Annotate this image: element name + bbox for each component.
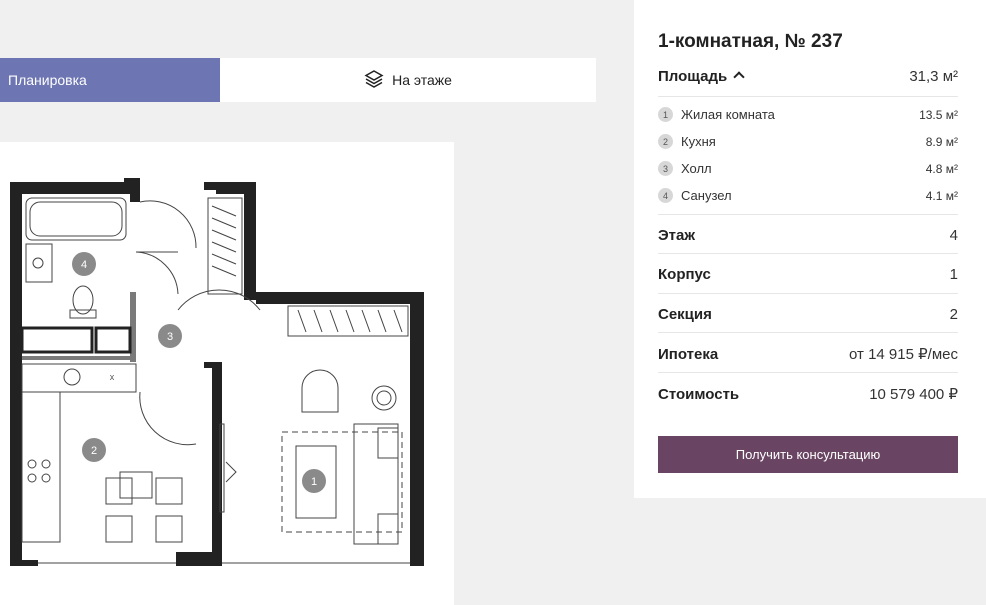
- price-label: Стоимость: [658, 385, 740, 403]
- layers-icon: [364, 69, 384, 92]
- floor-row: Этаж 4: [658, 227, 958, 244]
- room-marker-4: 4: [81, 259, 87, 271]
- section-label: Секция: [658, 306, 712, 323]
- divider: [658, 372, 958, 373]
- section-value: 2: [949, 306, 958, 323]
- room-row: 4 Санузел 4.1 м²: [658, 188, 958, 203]
- room-number: 1: [658, 107, 673, 122]
- room-row: 3 Холл 4.8 м²: [658, 161, 958, 176]
- room-marker-2: 2: [91, 445, 97, 457]
- apartment-card: 1-комнатная, № 237 Площадь 31,3 м² 1 Жила…: [634, 0, 986, 498]
- divider: [658, 96, 958, 97]
- room-number: 3: [658, 161, 673, 176]
- room-area: 13.5 м²: [919, 107, 958, 122]
- divider: [658, 253, 958, 254]
- room-marker-3: 3: [167, 331, 173, 343]
- chevron-up-icon: [733, 71, 745, 83]
- room-area: 8.9 м²: [925, 134, 958, 149]
- tab-on-floor[interactable]: На этаже: [220, 58, 596, 102]
- room-area: 4.8 м²: [925, 161, 958, 176]
- room-area: 4.1 м²: [925, 188, 958, 203]
- mortgage-row: Ипотека от 14 915 ₽/мес: [658, 345, 958, 364]
- room-marker-1: 1: [311, 476, 317, 488]
- get-consultation-button[interactable]: Получить консультацию: [658, 436, 958, 473]
- room-number: 2: [658, 134, 673, 149]
- floor-label: Этаж: [658, 227, 695, 244]
- floor-plan-drawing: 1 2 3 4 x: [10, 178, 424, 566]
- room-row: 1 Жилая комната 13.5 м²: [658, 107, 958, 122]
- building-value: 1: [949, 266, 958, 283]
- area-value: 31,3 м²: [909, 68, 958, 85]
- tab-on-floor-label: На этаже: [392, 72, 452, 88]
- plan-tabs: Планировка На этаже: [0, 58, 596, 102]
- mortgage-label: Ипотека: [658, 345, 719, 363]
- floor-value: 4: [949, 227, 958, 244]
- tab-plan[interactable]: Планировка: [0, 58, 220, 102]
- divider: [658, 332, 958, 333]
- plan-x-mark: x: [110, 372, 115, 382]
- mortgage-value: от 14 915 ₽/мес: [849, 346, 958, 363]
- building-row: Корпус 1: [658, 266, 958, 283]
- room-name: Холл: [681, 161, 712, 176]
- divider: [658, 214, 958, 215]
- price-row: Стоимость 10 579 400 ₽: [658, 385, 958, 404]
- building-label: Корпус: [658, 266, 711, 283]
- section-row: Секция 2: [658, 306, 958, 323]
- room-row: 2 Кухня 8.9 м²: [658, 134, 958, 149]
- room-name: Жилая комната: [681, 107, 775, 122]
- floor-plan: 1 2 3 4 x: [0, 142, 454, 605]
- price-value: 10 579 400 ₽: [869, 386, 958, 403]
- room-name: Санузел: [681, 188, 732, 203]
- tab-plan-label: Планировка: [8, 72, 87, 88]
- inner-walls: [20, 292, 136, 362]
- apartment-title: 1-комнатная, № 237: [658, 31, 843, 52]
- area-label: Площадь: [658, 68, 728, 85]
- room-name: Кухня: [681, 134, 716, 149]
- divider: [658, 293, 958, 294]
- area-toggle[interactable]: Площадь 31,3 м²: [658, 68, 958, 85]
- room-number: 4: [658, 188, 673, 203]
